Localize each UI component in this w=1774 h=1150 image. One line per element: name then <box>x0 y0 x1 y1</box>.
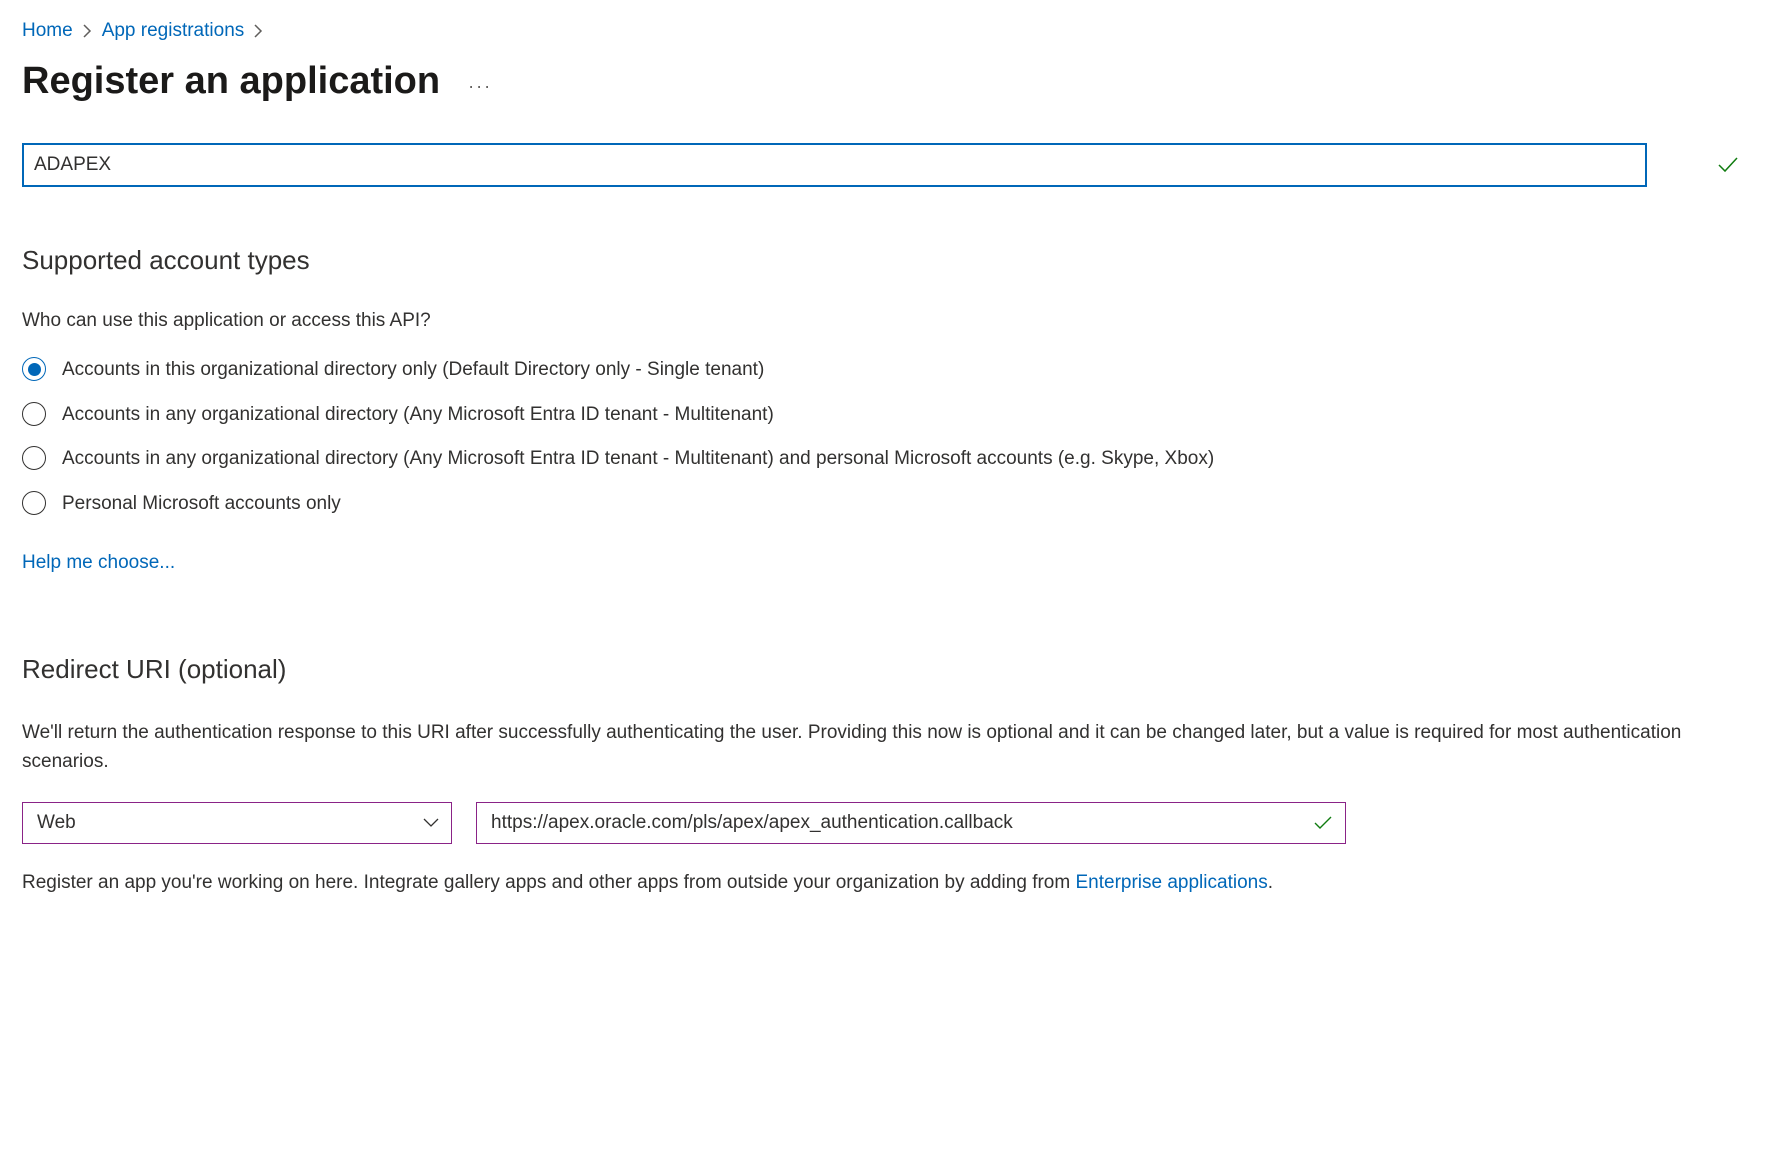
enterprise-applications-link[interactable]: Enterprise applications <box>1075 872 1267 893</box>
breadcrumb-app-registrations-link[interactable]: App registrations <box>102 20 245 42</box>
footer-note: Register an app you're working on here. … <box>22 872 1752 894</box>
account-types-question: Who can use this application or access t… <box>22 310 1752 332</box>
account-types-heading: Supported account types <box>22 245 1752 276</box>
breadcrumb: Home App registrations <box>22 20 1752 42</box>
chevron-right-icon <box>83 24 92 38</box>
redirect-uri-input[interactable] <box>476 802 1346 844</box>
radio-label: Accounts in any organizational directory… <box>62 445 1214 474</box>
redirect-uri-section: Redirect URI (optional) We'll return the… <box>22 654 1752 894</box>
chevron-right-icon <box>254 24 263 38</box>
redirect-uri-heading: Redirect URI (optional) <box>22 654 1752 685</box>
breadcrumb-home-link[interactable]: Home <box>22 20 73 42</box>
radio-option-multitenant[interactable]: Accounts in any organizational directory… <box>22 401 1752 430</box>
redirect-uri-description: We'll return the authentication response… <box>22 719 1722 776</box>
radio-icon <box>22 446 46 470</box>
radio-label: Accounts in this organizational director… <box>62 356 764 385</box>
footer-prefix: Register an app you're working on here. … <box>22 872 1075 893</box>
checkmark-icon <box>1718 157 1738 173</box>
radio-option-single-tenant[interactable]: Accounts in this organizational director… <box>22 356 1752 385</box>
platform-select[interactable]: Web <box>22 802 452 844</box>
more-actions-icon[interactable]: ··· <box>468 76 492 97</box>
radio-label: Personal Microsoft accounts only <box>62 490 341 519</box>
radio-icon <box>22 491 46 515</box>
page-title-row: Register an application ··· <box>22 60 1752 103</box>
radio-icon <box>22 357 46 381</box>
redirect-uri-field-wrap <box>476 802 1346 844</box>
radio-option-multitenant-personal[interactable]: Accounts in any organizational directory… <box>22 445 1752 474</box>
help-me-choose-link[interactable]: Help me choose... <box>22 552 175 574</box>
platform-selected-value: Web <box>37 812 76 834</box>
app-name-field-wrap <box>22 143 1752 187</box>
radio-label: Accounts in any organizational directory… <box>62 401 774 430</box>
footer-suffix: . <box>1268 872 1273 893</box>
chevron-down-icon <box>423 818 439 828</box>
account-types-radio-group: Accounts in this organizational director… <box>22 356 1752 518</box>
redirect-uri-row: Web <box>22 802 1752 844</box>
radio-option-personal-only[interactable]: Personal Microsoft accounts only <box>22 490 1752 519</box>
page-title: Register an application <box>22 60 440 103</box>
app-name-input[interactable] <box>22 143 1647 187</box>
radio-icon <box>22 402 46 426</box>
